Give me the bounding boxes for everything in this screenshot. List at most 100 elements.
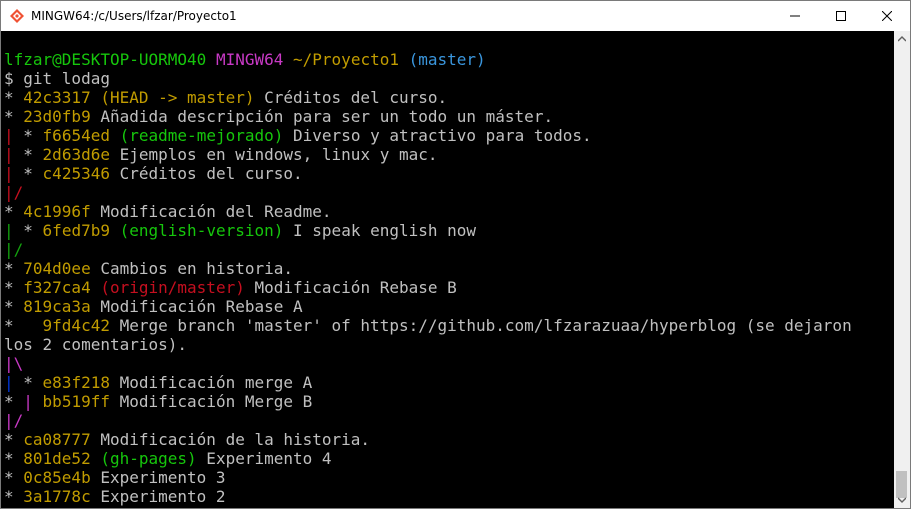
- terminal-text-segment: *: [13, 126, 43, 145]
- terminal-text-segment: *: [13, 221, 43, 240]
- terminal-text-segment: |/: [4, 240, 24, 259]
- terminal-text-segment: f6654ed: [42, 126, 110, 145]
- maximize-icon: [836, 11, 846, 21]
- terminal-line: * 9fd4c42 Merge branch 'master' of https…: [4, 316, 895, 335]
- chevron-up-icon: [898, 36, 906, 42]
- terminal-line: | * e83f218 Modificación merge A: [4, 373, 895, 392]
- terminal-text-segment: (origin/master): [100, 278, 245, 297]
- close-icon: [882, 11, 892, 21]
- terminal-text-segment: 9fd4c42: [42, 316, 110, 335]
- terminal-line: lfzar@DESKTOP-UORMO40 MINGW64 ~/Proyecto…: [4, 50, 895, 69]
- terminal-text-segment: Modificación Merge B: [109, 392, 313, 411]
- terminal-text-segment: *: [4, 487, 24, 506]
- close-button[interactable]: [864, 1, 910, 31]
- terminal-text-segment: Diverso y atractivo para todos.: [283, 126, 592, 145]
- terminal-text-segment: (readme-mejorado): [119, 126, 284, 145]
- terminal-text-segment: 801de52: [23, 449, 91, 468]
- terminal-text-segment: *: [13, 145, 43, 164]
- terminal-text-segment: lfzar@DESKTOP-UORMO40: [4, 50, 207, 69]
- terminal-text-segment: Cambios en historia.: [90, 259, 293, 278]
- terminal-text-segment: |: [23, 392, 33, 411]
- terminal-output[interactable]: lfzar@DESKTOP-UORMO40 MINGW64 ~/Proyecto…: [1, 31, 895, 508]
- terminal-line: * ca08777 Modificación de la historia.: [4, 430, 895, 449]
- terminal-text-segment: *: [4, 202, 24, 221]
- terminal-text-segment: 4c1996f: [23, 202, 91, 221]
- terminal-text-segment: 42c3317: [23, 88, 91, 107]
- terminal-text-segment: Ejemplos en windows, linux y mac.: [109, 145, 438, 164]
- terminal-text-segment: Experimento 4: [196, 449, 332, 468]
- window-controls: [772, 1, 910, 31]
- terminal-text-segment: *: [4, 278, 24, 297]
- terminal-text-segment: $ git lodag: [4, 69, 110, 88]
- terminal-line: * 801de52 (gh-pages) Experimento 4: [4, 449, 895, 468]
- terminal-line: los 2 comentarios).: [4, 335, 895, 354]
- terminal-text-segment: |: [4, 164, 14, 183]
- terminal-text-segment: *: [4, 449, 24, 468]
- terminal-text-segment: e83f218: [42, 373, 110, 392]
- terminal-text-segment: Añadida descripción para ser un todo un …: [90, 107, 554, 126]
- terminal-text-segment: *: [4, 297, 24, 316]
- maximize-button[interactable]: [818, 1, 864, 31]
- terminal-text-segment: |: [4, 145, 14, 164]
- terminal-text-segment: |/: [4, 183, 24, 202]
- terminal-line: |/: [4, 240, 895, 259]
- terminal-line: * f327ca4 (origin/master) Modificación R…: [4, 278, 895, 297]
- terminal-line: | * 6fed7b9 (english-version) I speak en…: [4, 221, 895, 240]
- terminal-text-segment: Modificación del Readme.: [90, 202, 332, 221]
- terminal-text-segment: *: [4, 316, 43, 335]
- window-title: MINGW64:/c/Users/lfzar/Proyecto1: [31, 9, 237, 23]
- terminal-text-segment: *: [4, 259, 24, 278]
- terminal-text-segment: *: [4, 88, 24, 107]
- terminal-text-segment: Créditos del curso.: [109, 164, 303, 183]
- scroll-down-button[interactable]: [894, 492, 910, 508]
- terminal-line: * 0c85e4b Experimento 3: [4, 468, 895, 487]
- minimize-button[interactable]: [772, 1, 818, 31]
- terminal-text-segment: (gh-pages): [100, 449, 197, 468]
- terminal-line: |/: [4, 183, 895, 202]
- terminal-text-segment: Modificación Rebase B: [244, 278, 457, 297]
- terminal-text-segment: f327ca4: [23, 278, 91, 297]
- title-bar[interactable]: MINGW64:/c/Users/lfzar/Proyecto1: [1, 1, 910, 31]
- terminal-text-segment: 3a1778c: [23, 487, 91, 506]
- terminal-text-segment: (english-version): [119, 221, 284, 240]
- terminal-lines: lfzar@DESKTOP-UORMO40 MINGW64 ~/Proyecto…: [4, 50, 895, 506]
- terminal-text-segment: (master): [408, 50, 486, 69]
- terminal-text-segment: 23d0fb9: [23, 107, 91, 126]
- terminal-line: * 42c3317 (HEAD -> master) Créditos del …: [4, 88, 895, 107]
- terminal-text-segment: c425346: [42, 164, 110, 183]
- terminal-line: * 819ca3a Modificación Rebase A: [4, 297, 895, 316]
- terminal-text-segment: *: [13, 164, 43, 183]
- terminal-text-segment: 704d0ee: [23, 259, 91, 278]
- terminal-window: MINGW64:/c/Users/lfzar/Proyecto1 lfzar@D…: [0, 0, 911, 509]
- minimize-icon: [790, 15, 800, 17]
- terminal-text-segment: Modificación merge A: [109, 373, 313, 392]
- terminal-line: * 3a1778c Experimento 2: [4, 487, 895, 506]
- terminal-text-segment: 2d63d6e: [42, 145, 110, 164]
- git-bash-icon: [9, 8, 25, 24]
- terminal-text-segment: (HEAD -> master): [100, 88, 255, 107]
- terminal-text-segment: Merge branch 'master' of https://github.…: [109, 316, 852, 335]
- terminal-text-segment: *: [4, 392, 24, 411]
- terminal-line: | * 2d63d6e Ejemplos en windows, linux y…: [4, 145, 895, 164]
- terminal-text-segment: *: [13, 373, 43, 392]
- terminal-text-segment: 0c85e4b: [23, 468, 91, 487]
- terminal-text-segment: |\: [4, 354, 24, 373]
- terminal-line: * 23d0fb9 Añadida descripción para ser u…: [4, 107, 895, 126]
- terminal-text-segment: bb519ff: [42, 392, 110, 411]
- terminal-line: |\: [4, 354, 895, 373]
- terminal-line: * 704d0ee Cambios en historia.: [4, 259, 895, 278]
- terminal-text-segment: *: [4, 430, 24, 449]
- vertical-scrollbar[interactable]: [894, 31, 910, 508]
- terminal-text-segment: Experimento 3: [90, 468, 226, 487]
- terminal-line: | * c425346 Créditos del curso.: [4, 164, 895, 183]
- terminal-text-segment: |: [4, 373, 14, 392]
- scroll-up-button[interactable]: [894, 31, 910, 47]
- terminal-line: | * f6654ed (readme-mejorado) Diverso y …: [4, 126, 895, 145]
- terminal-text-segment: |: [4, 126, 14, 145]
